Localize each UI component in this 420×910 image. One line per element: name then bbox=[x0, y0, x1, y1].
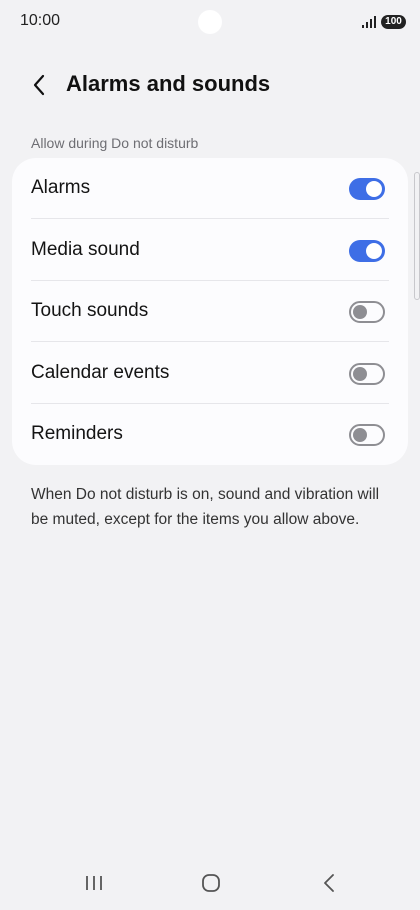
camera-cutout bbox=[198, 10, 222, 34]
setting-label: Alarms bbox=[31, 177, 91, 198]
toggle-switch[interactable] bbox=[349, 301, 385, 323]
recent-apps-icon bbox=[86, 876, 102, 890]
chevron-left-icon bbox=[33, 74, 45, 96]
home-icon bbox=[202, 874, 220, 892]
setting-label: Reminders bbox=[31, 423, 123, 444]
nav-back-button[interactable] bbox=[309, 868, 349, 898]
toggle-knob bbox=[353, 428, 367, 442]
toggle-knob bbox=[366, 243, 382, 259]
back-button[interactable] bbox=[24, 70, 54, 100]
status-bar: 10:00 100 bbox=[0, 0, 420, 44]
status-time: 10:00 bbox=[20, 12, 61, 29]
setting-label: Touch sounds bbox=[31, 300, 149, 321]
settings-card: Alarms Media sound Touch sounds Calendar… bbox=[12, 158, 408, 465]
toggle-knob bbox=[353, 367, 367, 381]
page-title: Alarms and sounds bbox=[66, 71, 271, 96]
setting-row-calendar-events[interactable]: Calendar events bbox=[12, 343, 408, 404]
home-button[interactable] bbox=[191, 868, 231, 898]
setting-row-touch-sounds[interactable]: Touch sounds bbox=[12, 281, 408, 342]
section-label: Allow during Do not disturb bbox=[31, 135, 199, 151]
back-icon bbox=[324, 874, 334, 892]
setting-row-reminders[interactable]: Reminders bbox=[12, 404, 408, 465]
toggle-switch[interactable] bbox=[349, 178, 385, 200]
divider bbox=[31, 218, 389, 219]
navigation-bar bbox=[0, 858, 420, 910]
setting-row-media-sound[interactable]: Media sound bbox=[12, 220, 408, 281]
battery-icon: 100 bbox=[381, 15, 406, 29]
setting-label: Calendar events bbox=[31, 362, 170, 383]
toggle-switch[interactable] bbox=[349, 363, 385, 385]
scroll-indicator[interactable] bbox=[414, 172, 420, 300]
toggle-switch[interactable] bbox=[349, 240, 385, 262]
setting-row-alarms[interactable]: Alarms bbox=[12, 158, 408, 219]
setting-label: Media sound bbox=[31, 239, 140, 260]
signal-icon bbox=[362, 16, 376, 28]
toggle-knob bbox=[366, 181, 382, 197]
app-header: Alarms and sounds bbox=[0, 60, 420, 110]
toggle-switch[interactable] bbox=[349, 424, 385, 446]
toggle-knob bbox=[353, 305, 367, 319]
description-text: When Do not disturb is on, sound and vib… bbox=[31, 486, 380, 528]
recent-apps-button[interactable] bbox=[74, 868, 114, 898]
divider bbox=[31, 341, 389, 342]
